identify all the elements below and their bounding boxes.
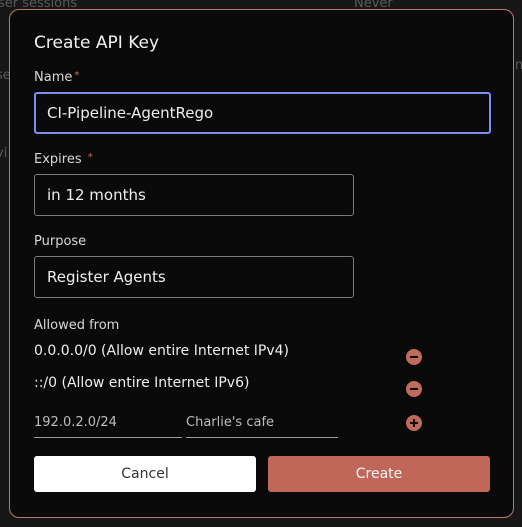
required-marker: * [74,70,80,81]
allowed-entry-ipv4: 0.0.0.0/0 (Allow entire Internet IPv4) [34,343,289,359]
name-input-value: CI-Pipeline-AgentRego [47,104,214,122]
name-label: Name * [34,70,79,85]
minus-icon [410,356,418,358]
purpose-input[interactable]: Register Agents [34,256,354,298]
purpose-label: Purpose [34,234,87,249]
expires-select-value: in 12 months [47,186,146,204]
cidr-input[interactable] [34,408,182,438]
cancel-button[interactable]: Cancel [34,456,256,492]
plus-icon-vertical [413,419,415,427]
minus-icon [410,388,418,390]
background-fragment-text: n [515,58,522,73]
add-cidr-button[interactable] [406,415,422,431]
allowed-from-label: Allowed from [34,318,120,333]
expires-label: Expires * [34,152,93,167]
required-marker: * [87,152,93,163]
allowed-entry-ipv6: ::/0 (Allow entire Internet IPv6) [34,375,250,391]
dialog-title: Create API Key [34,33,160,53]
name-label-text: Name [34,70,73,85]
purpose-input-value: Register Agents [47,268,166,286]
remove-ipv6-button[interactable] [406,381,422,397]
create-api-key-dialog: Create API Key Name * CI-Pipeline-AgentRe… [9,9,514,518]
expires-label-text: Expires [34,152,82,167]
background-fragment-text: vi [0,146,8,161]
remove-ipv4-button[interactable] [406,349,422,365]
name-input[interactable]: CI-Pipeline-AgentRego [34,92,491,134]
expires-select[interactable]: in 12 months [34,174,354,216]
create-button[interactable]: Create [268,456,490,492]
cidr-description-input[interactable] [186,408,338,438]
